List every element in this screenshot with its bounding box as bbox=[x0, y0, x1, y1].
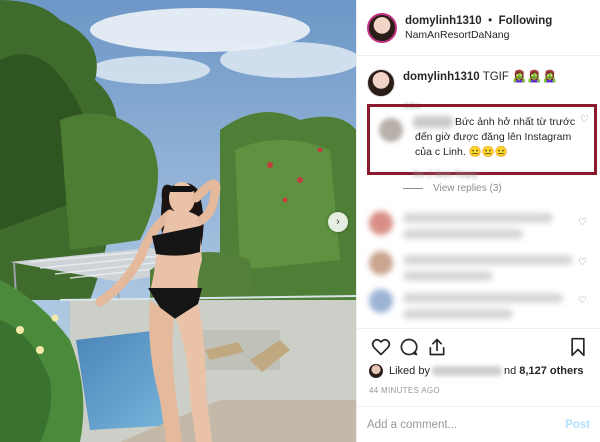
heart-icon[interactable]: ♡ bbox=[578, 217, 587, 228]
heart-icon bbox=[371, 338, 391, 355]
view-replies-button[interactable]: View replies (3) bbox=[403, 183, 502, 194]
liker-avatar[interactable] bbox=[369, 364, 383, 378]
redacted-text bbox=[403, 213, 553, 223]
post-caption: domylinh1310 TGIF 🧟‍♀️🧟‍♀️🧟‍♀️ bbox=[357, 57, 600, 97]
redacted-text bbox=[403, 229, 523, 239]
post-timestamp: 44 MINUTES AGO bbox=[369, 386, 440, 395]
caption-avatar[interactable] bbox=[367, 69, 395, 97]
caption-text: TGIF bbox=[482, 71, 509, 83]
likes-count[interactable]: 8,127 others bbox=[519, 365, 583, 377]
comments-list[interactable]: domylinh1310 TGIF 🧟‍♀️🧟‍♀️🧟‍♀️ 44m Bức ả… bbox=[357, 57, 600, 325]
commenter-avatar[interactable] bbox=[369, 289, 393, 313]
caption-username[interactable]: domylinh1310 bbox=[403, 71, 480, 83]
highlight-frame bbox=[367, 104, 597, 175]
replies-line bbox=[403, 188, 423, 189]
separator-dot: • bbox=[488, 15, 493, 27]
photo-illustration bbox=[0, 0, 356, 442]
author-username[interactable]: domylinh1310 bbox=[405, 15, 482, 27]
heart-icon[interactable]: ♡ bbox=[578, 257, 587, 268]
comment-bubble-icon bbox=[400, 338, 418, 355]
commenter-avatar[interactable] bbox=[369, 211, 393, 235]
location-link[interactable]: NamAnResortDaNang bbox=[405, 28, 552, 42]
post-side-panel: domylinh1310 • Following NamAnResortDaNa… bbox=[356, 0, 600, 442]
like-button[interactable] bbox=[367, 333, 395, 361]
bookmark-icon bbox=[571, 337, 585, 356]
post-comment-button[interactable]: Post bbox=[565, 419, 590, 431]
save-button[interactable] bbox=[564, 333, 592, 361]
commenter-avatar[interactable] bbox=[369, 251, 393, 275]
list-item: ♡ bbox=[369, 211, 589, 251]
redacted-text bbox=[403, 309, 513, 319]
comment-input[interactable] bbox=[367, 418, 566, 431]
likes-prefix: Liked by bbox=[389, 365, 430, 377]
redacted-text bbox=[403, 255, 573, 265]
share-button[interactable] bbox=[423, 333, 451, 361]
author-avatar[interactable] bbox=[367, 12, 397, 43]
redacted-text bbox=[403, 271, 493, 281]
likes-suffix-tail: nd bbox=[503, 365, 517, 377]
action-bar bbox=[357, 328, 600, 364]
share-icon bbox=[429, 338, 445, 355]
likes-summary: Liked by nd 8,127 others bbox=[369, 364, 584, 378]
add-comment-bar: Post bbox=[357, 406, 600, 442]
heart-icon[interactable]: ♡ bbox=[578, 295, 587, 306]
redacted-text bbox=[403, 293, 563, 303]
next-photo-button[interactable]: › bbox=[328, 212, 348, 232]
list-item: ♡ bbox=[369, 289, 589, 323]
caption-emojis: 🧟‍♀️🧟‍♀️🧟‍♀️ bbox=[512, 71, 559, 83]
post-header: domylinh1310 • Following NamAnResortDaNa… bbox=[357, 0, 600, 56]
view-replies-label: View replies (3) bbox=[433, 183, 502, 194]
chevron-right-icon: › bbox=[336, 216, 340, 228]
liker-username-redacted[interactable] bbox=[431, 366, 502, 376]
post-photo[interactable]: › bbox=[0, 0, 356, 442]
following-button[interactable]: Following bbox=[499, 15, 553, 27]
list-item: ♡ bbox=[369, 251, 589, 287]
comment-meta: 5w 2 likes Reply bbox=[413, 169, 479, 179]
comment-button[interactable] bbox=[395, 333, 423, 361]
